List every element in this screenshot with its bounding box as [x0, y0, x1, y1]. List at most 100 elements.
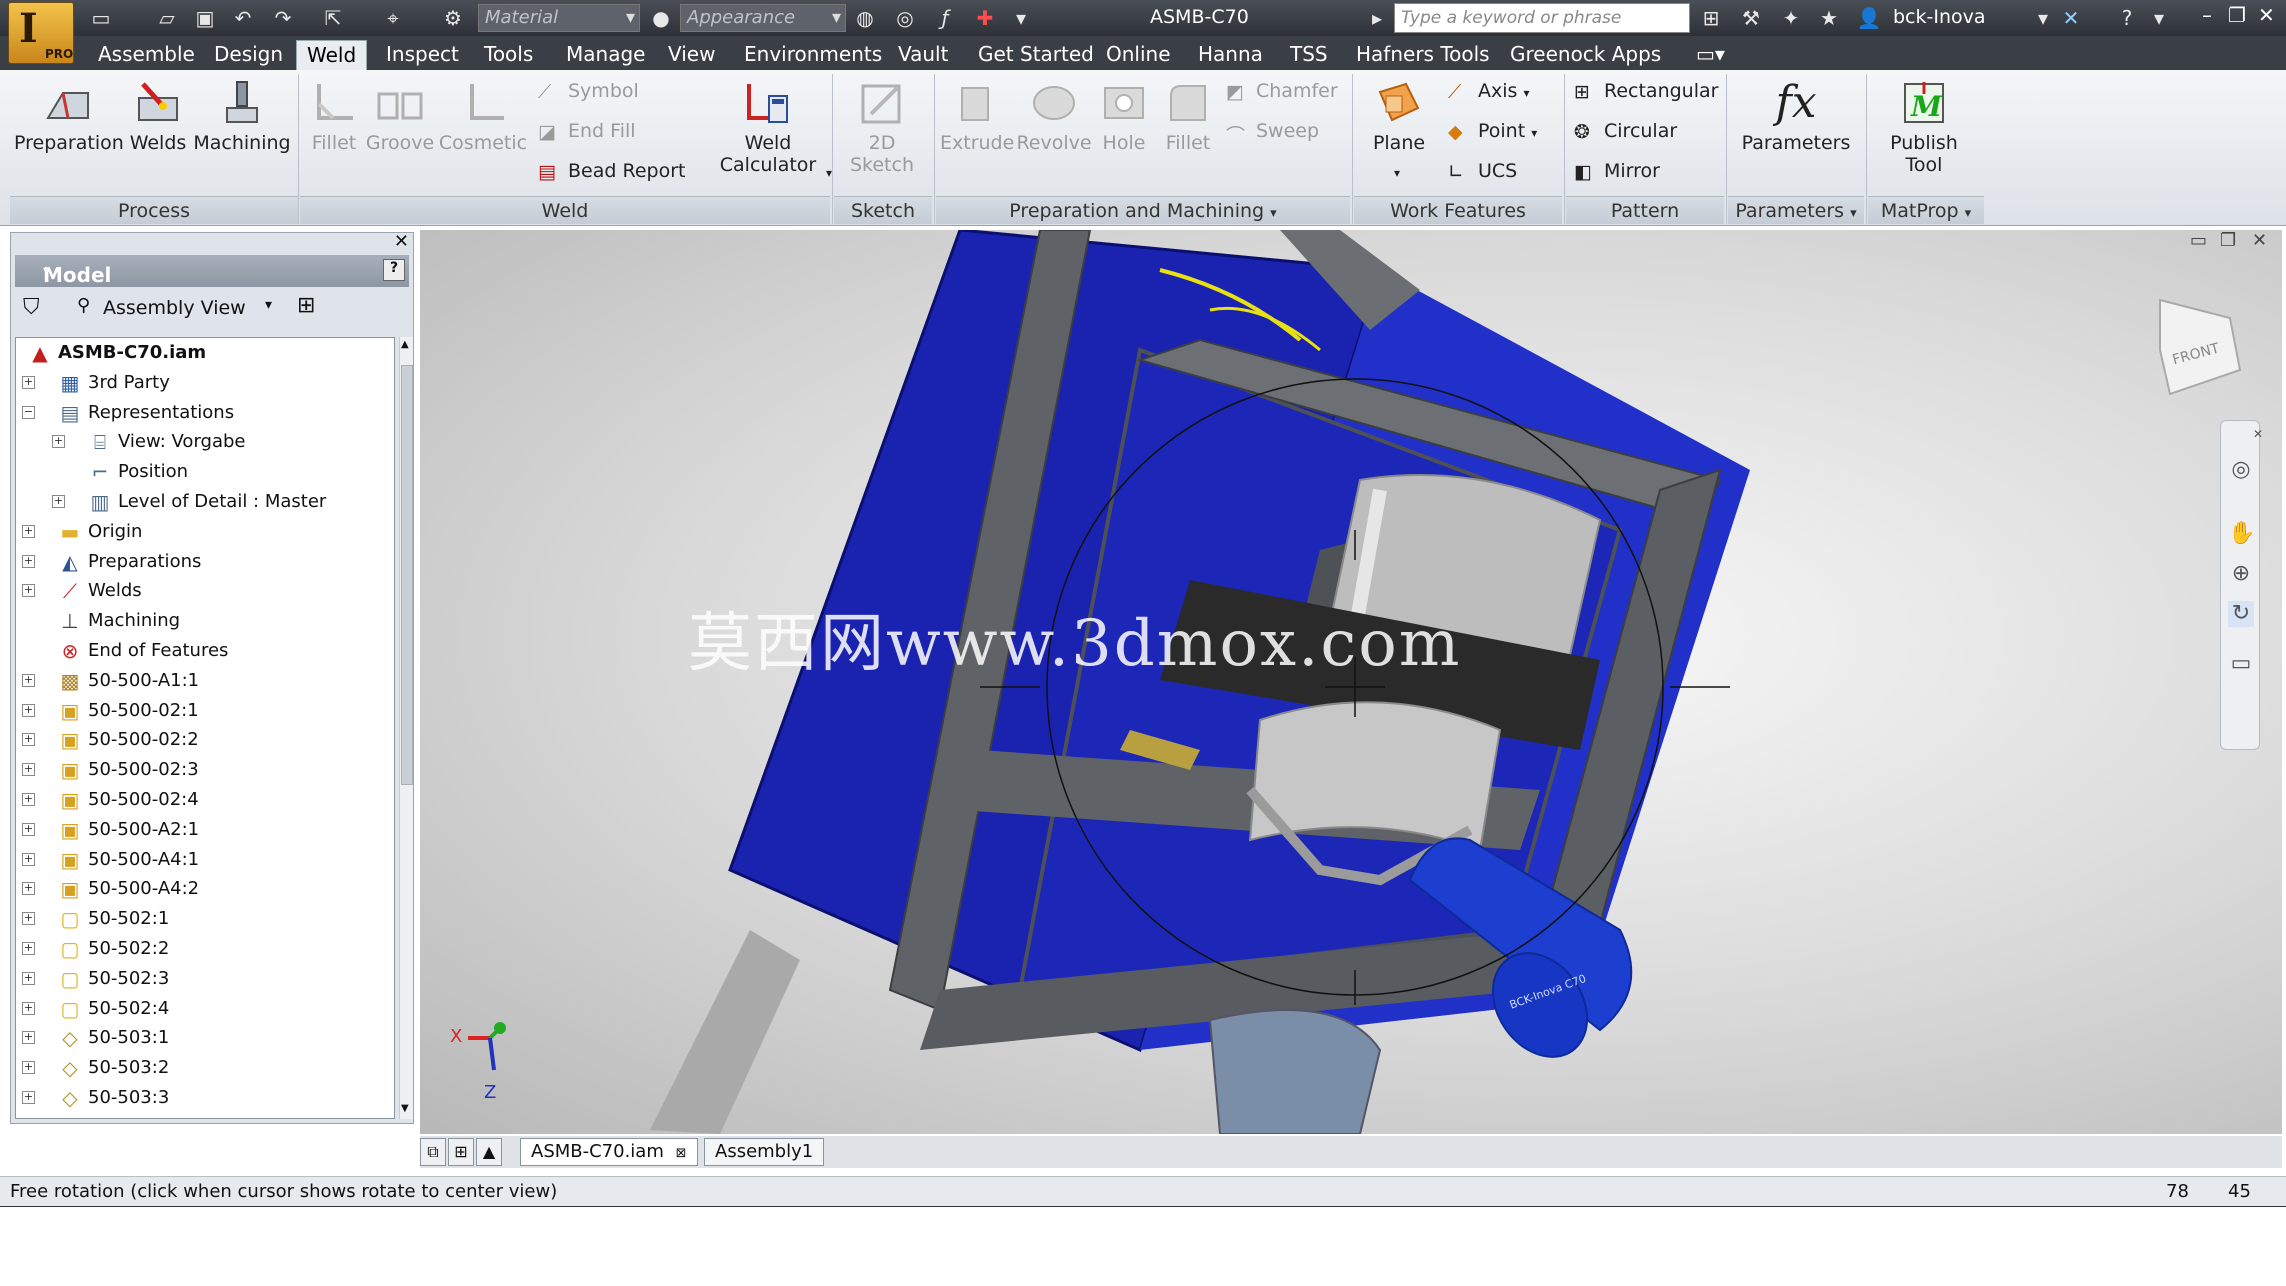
navbar-close-icon[interactable]: ✕ — [2245, 427, 2271, 453]
hole-button[interactable]: Hole — [1094, 78, 1154, 154]
group-expand-icon[interactable]: ▾ — [1965, 206, 1972, 221]
bead-report-button[interactable]: ▤ Bead Report — [538, 160, 685, 183]
help-icon[interactable]: ? — [2114, 6, 2140, 30]
publish-tool-button[interactable]: M Publish Tool — [1876, 78, 1972, 176]
communication-center-icon[interactable]: ✦ — [1778, 6, 1804, 30]
browser-dropdown-icon[interactable]: ▾ — [43, 263, 50, 279]
expand-icon[interactable]: + — [22, 524, 35, 538]
filter-icon[interactable]: ⛉ — [23, 295, 40, 320]
save-icon[interactable]: ▣ — [192, 6, 218, 30]
steering-wheel-icon[interactable]: ◎ — [2228, 457, 2254, 483]
expand-icon[interactable]: + — [22, 1001, 35, 1015]
plane-dropdown-icon[interactable]: ▾ — [1394, 166, 1400, 180]
search-arrow-icon[interactable]: ▸ — [1364, 6, 1390, 30]
axis-dropdown-icon[interactable]: ▾ — [1523, 86, 1529, 100]
group-label-preparation-machining[interactable]: Preparation and Machining ▾ — [936, 196, 1350, 224]
expand-icon[interactable]: + — [22, 852, 35, 866]
collapse-icon[interactable]: − — [22, 405, 35, 419]
tile-grid-icon[interactable]: ⊞ — [448, 1138, 474, 1166]
expand-icon[interactable]: + — [52, 495, 65, 508]
viewport-minimize-icon[interactable]: ▭ — [2190, 230, 2207, 251]
tile-horizontal-icon[interactable]: ⧉ — [420, 1138, 446, 1166]
browser-header[interactable]: Model ▾ ? — [15, 255, 409, 287]
exchange-apps-icon[interactable]: ✕ — [2058, 6, 2084, 30]
assembly-view-dropdown[interactable]: Assembly View — [103, 297, 246, 319]
open-file-icon[interactable]: ▱ — [154, 6, 180, 30]
customize-qat-icon[interactable]: ▾ — [1008, 6, 1034, 30]
tab-inspect[interactable]: Inspect — [386, 40, 459, 70]
tab-greenock-apps[interactable]: Greenock Apps — [1510, 40, 1661, 70]
restore-icon[interactable]: ❐ — [2228, 3, 2246, 27]
fx-icon[interactable]: ƒ — [932, 6, 958, 30]
tab-vault[interactable]: Vault — [898, 40, 948, 70]
return-icon[interactable]: ⇱ — [320, 6, 346, 30]
plane-button[interactable]: Plane ▾ — [1364, 78, 1434, 180]
tab-assemble[interactable]: Assemble — [98, 40, 195, 70]
expand-icon[interactable]: + — [22, 882, 35, 896]
graphics-viewport[interactable]: BCK-Inova C70 X Z FRONT 莫西网www.3dmox.com… — [420, 230, 2282, 1134]
end-fill-button[interactable]: ◪ End Fill — [538, 120, 636, 143]
chamfer-button[interactable]: ◩ Chamfer — [1226, 80, 1338, 103]
doc-tab-assembly1[interactable]: Assembly1 — [704, 1138, 825, 1166]
2d-sketch-button[interactable]: 2D Sketch — [836, 78, 928, 176]
cosmetic-weld-button[interactable]: Cosmetic — [438, 78, 528, 154]
rectangular-pattern-button[interactable]: ⊞ Rectangular — [1574, 80, 1718, 103]
close-doc-tab-icon[interactable]: ⊠ — [676, 1146, 687, 1161]
expand-icon[interactable]: + — [22, 375, 35, 389]
subscription-icon[interactable]: ⚒ — [1738, 6, 1764, 30]
help-dropdown-icon[interactable]: ▾ — [2146, 6, 2172, 30]
browser-help-icon[interactable]: ? — [383, 259, 405, 281]
undo-icon[interactable]: ↶ — [230, 6, 256, 30]
close-browser-icon[interactable]: ✕ — [394, 231, 409, 252]
zoom-icon[interactable]: ⊕ — [2228, 561, 2254, 587]
tab-hanna[interactable]: Hanna — [1198, 40, 1263, 70]
scroll-down-icon[interactable]: ▼ — [401, 1103, 409, 1114]
favorites-star-icon[interactable]: ★ — [1816, 6, 1842, 30]
group-expand-icon[interactable]: ▾ — [1850, 206, 1857, 221]
browser-scrollbar[interactable]: ▲ ▼ — [399, 337, 413, 1119]
parameters-button[interactable]: fx Parameters — [1740, 78, 1852, 155]
weld-symbol-button[interactable]: ⟋ Symbol — [538, 80, 639, 103]
expand-icon[interactable]: + — [22, 673, 35, 687]
user-name[interactable]: bck-Inova — [1893, 6, 1986, 28]
expand-icon[interactable]: + — [22, 822, 35, 836]
scrollbar-thumb[interactable] — [401, 365, 413, 785]
group-label-matprop[interactable]: MatProp ▾ — [1868, 196, 1984, 224]
update-icon[interactable]: ⚙ — [440, 6, 466, 30]
add-icon[interactable]: ✚ — [972, 6, 998, 30]
minimize-icon[interactable]: – — [2202, 3, 2212, 27]
expand-icon[interactable]: + — [22, 971, 35, 985]
expand-icon[interactable]: + — [52, 435, 65, 449]
group-label-parameters[interactable]: Parameters ▾ — [1728, 196, 1864, 224]
axis-button[interactable]: ⟋ Axis ▾ — [1448, 80, 1530, 103]
groove-weld-button[interactable]: Groove — [364, 78, 436, 154]
extrude-button[interactable]: Extrude — [940, 78, 1014, 154]
tab-get-started[interactable]: Get Started — [978, 40, 1094, 70]
revolve-button[interactable]: Revolve — [1016, 78, 1092, 154]
tab-list-icon[interactable]: ▲ — [476, 1138, 502, 1166]
group-expand-icon[interactable]: ▾ — [1270, 206, 1277, 221]
tab-weld[interactable]: Weld — [296, 40, 368, 70]
ucs-button[interactable]: ∟ UCS — [1448, 160, 1517, 183]
mirror-button[interactable]: ◧ Mirror — [1574, 160, 1660, 183]
doc-tab-asmb-c70[interactable]: ASMB-C70.iam ⊠ — [520, 1138, 698, 1166]
circular-pattern-button[interactable]: ❂ Circular — [1574, 120, 1677, 143]
fillet-feature-button[interactable]: Fillet — [1156, 78, 1220, 154]
expand-icon[interactable]: + — [22, 1061, 35, 1075]
ribbon-minimize-icon[interactable]: ▭▾ — [1696, 40, 1725, 70]
tab-view[interactable]: View — [668, 40, 715, 70]
preparation-button[interactable]: Preparation — [14, 78, 124, 154]
expand-icon[interactable]: + — [22, 703, 35, 717]
expand-icon[interactable]: + — [22, 554, 35, 568]
sweep-button[interactable]: ⌒ Sweep — [1226, 120, 1319, 147]
scroll-up-icon[interactable]: ▲ — [401, 339, 409, 350]
point-dropdown-icon[interactable]: ▾ — [1531, 126, 1537, 140]
expand-icon[interactable]: + — [22, 793, 35, 806]
tab-manage[interactable]: Manage — [566, 40, 645, 70]
help-search-input[interactable]: Type a keyword or phrase — [1394, 3, 1690, 33]
material-dropdown[interactable]: Material ▾ — [478, 4, 640, 32]
adjust-appearance-icon[interactable]: ◍ — [852, 6, 878, 30]
fillet-weld-button[interactable]: Fillet — [304, 78, 364, 154]
tab-hafners-tools[interactable]: Hafners Tools — [1356, 40, 1490, 70]
pan-hand-icon[interactable]: ✋ — [2228, 521, 2255, 547]
